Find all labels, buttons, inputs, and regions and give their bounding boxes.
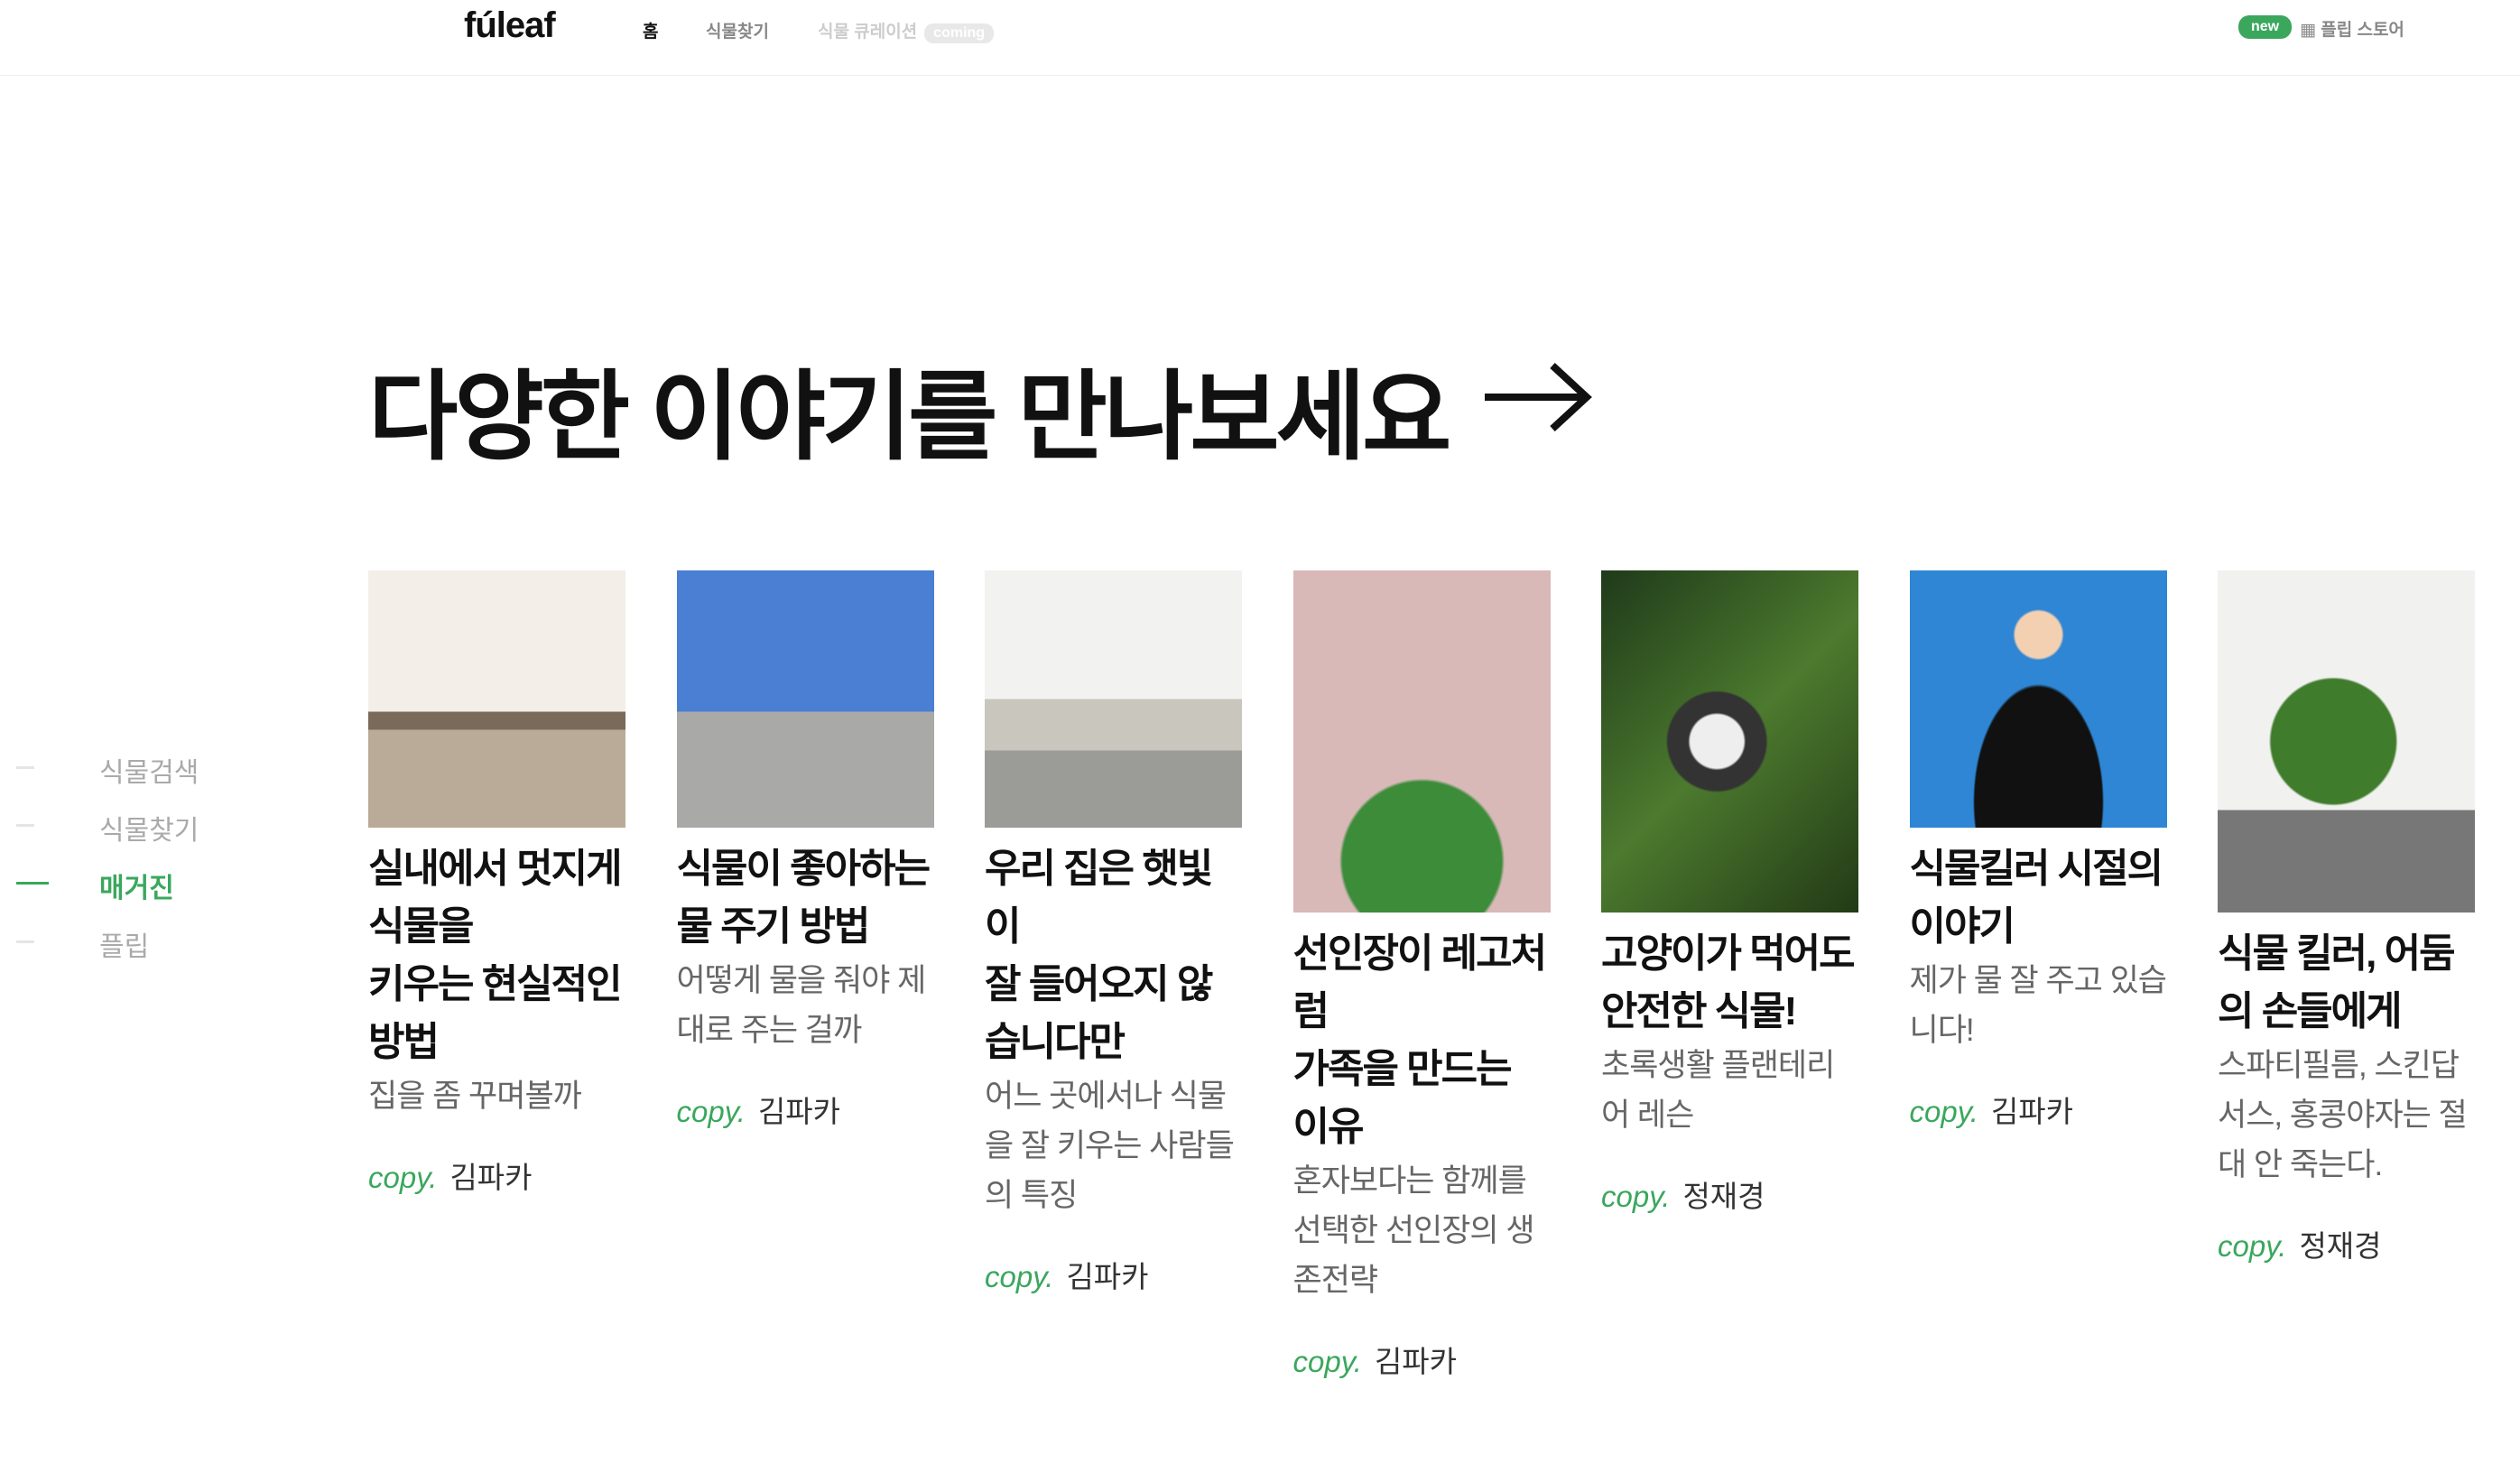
magazine-card[interactable]: 고양이가 먹어도 안전한 식물! 초록생활 플랜테리어 레슨 copy. 정재경 xyxy=(1601,570,1858,1216)
card-subtitle: 제가 물 잘 주고 있습니다! xyxy=(1909,963,2168,1048)
magazine-card[interactable]: 식물킬러 시절의 이야기 제가 물 잘 주고 있습니다! copy. 김파카 xyxy=(1909,570,2168,1131)
sidebar-label: 플립 xyxy=(99,932,150,962)
author-name: 정재경 xyxy=(1682,1180,1765,1213)
card-author: copy. 김파카 xyxy=(677,1088,934,1131)
card-author: copy. 정재경 xyxy=(1601,1172,1858,1216)
magazine-card[interactable]: 식물 킬러, 어둠의 손들에게 스파티필름, 스킨답서스, 홍콩야자는 절대 안… xyxy=(2218,570,2475,1265)
card-image[interactable] xyxy=(676,570,934,828)
coming-badge: coming xyxy=(924,23,995,43)
magazine-card[interactable]: 우리 집은 햇빛이 잘 들어오지 않습니다만 어느 곳에서나 식물을 잘 키우는… xyxy=(985,570,1242,1296)
arrow-right-icon[interactable] xyxy=(1480,357,1598,438)
card-title[interactable]: 식물 킬러, 어둠의 손들에게 xyxy=(2218,925,2475,1041)
card-subtitle: 초록생활 플랜테리어 레슨 xyxy=(1601,1048,1835,1133)
store-icon: ▦ xyxy=(2300,21,2316,40)
card-author: copy. 김파카 xyxy=(985,1253,1242,1296)
top-header: fúleaf 홈 식물찾기 식물 큐레이션 coming new ▦ 플립 스토어 xyxy=(0,0,2520,76)
card-image[interactable] xyxy=(1909,570,2167,828)
card-author: copy. 김파카 xyxy=(1293,1338,1551,1381)
card-subtitle: 어떻게 물을 줘야 제대로 주는 걸까 xyxy=(676,963,927,1048)
card-title[interactable]: 선인장이 레고처럼 가족을 만드는 이유 xyxy=(1293,925,1551,1156)
card-author: copy. 정재경 xyxy=(2218,1222,2475,1265)
copy-label: copy. xyxy=(368,1161,438,1194)
author-name: 정재경 xyxy=(2299,1229,2382,1263)
store-link[interactable]: ▦ 플립 스토어 xyxy=(2300,16,2404,41)
card-title[interactable]: 우리 집은 햇빛이 잘 들어오지 않습니다만 xyxy=(985,840,1242,1071)
card-subtitle: 어느 곳에서나 식물을 잘 키우는 사람들의 특징 xyxy=(985,1079,1235,1213)
author-name: 김파카 xyxy=(1990,1095,2074,1128)
card-image[interactable] xyxy=(368,570,625,828)
author-name: 김파카 xyxy=(1374,1345,1458,1378)
sidebar-item-fleap[interactable]: 플립 xyxy=(0,922,271,962)
card-title[interactable]: 실내에서 멋지게 식물을 키우는 현실적인 방법 xyxy=(368,840,625,1071)
card-title[interactable]: 고양이가 먹어도 안전한 식물! xyxy=(1601,925,1858,1041)
sidebar-item-plant-search[interactable]: 식물검색 xyxy=(0,748,271,788)
sidebar-label: 매거진 xyxy=(99,874,174,903)
nav-curation-label: 식물 큐레이션 xyxy=(818,23,918,42)
card-subtitle: 혼자보다는 함께를 선택한 선인장의 생존전략 xyxy=(1292,1163,1535,1298)
copy-label: copy. xyxy=(2218,1229,2287,1263)
sidebar-label: 식물찾기 xyxy=(99,816,199,846)
sidebar-item-magazine[interactable]: 매거진 xyxy=(0,864,271,903)
new-badge: new xyxy=(2238,15,2293,39)
page-title: 다양한 이야기를 만나보세요 xyxy=(368,362,1451,471)
dash-icon xyxy=(16,824,34,827)
author-name: 김파카 xyxy=(757,1095,841,1128)
nav-home[interactable]: 홈 xyxy=(643,18,658,42)
card-subtitle: 집을 좀 꾸며볼까 xyxy=(368,1079,582,1114)
magazine-card[interactable]: 실내에서 멋지게 식물을 키우는 현실적인 방법 집을 좀 꾸며볼까 copy.… xyxy=(368,570,625,1197)
dash-icon xyxy=(16,940,34,943)
card-author: copy. 김파카 xyxy=(1910,1088,2167,1131)
card-title[interactable]: 식물킬러 시절의 이야기 xyxy=(1910,840,2167,956)
nav-plant-search[interactable]: 식물찾기 xyxy=(706,18,769,42)
copy-label: copy. xyxy=(1909,1095,1978,1128)
store-label: 플립 스토어 xyxy=(2321,21,2404,40)
card-image[interactable] xyxy=(2218,570,2475,913)
card-title[interactable]: 식물이 좋아하는 물 주기 방법 xyxy=(677,840,934,956)
card-author: copy. 김파카 xyxy=(368,1153,625,1197)
card-image[interactable] xyxy=(1292,570,1551,913)
card-subtitle: 스파티필름, 스킨답서스, 홍콩야자는 절대 안 죽는다. xyxy=(2218,1048,2468,1182)
card-image[interactable] xyxy=(1601,570,1858,913)
magazine-card[interactable]: 선인장이 레고처럼 가족을 만드는 이유 혼자보다는 함께를 선택한 선인장의 … xyxy=(1292,570,1551,1381)
sidebar-label: 식물검색 xyxy=(99,758,199,788)
sidebar-item-plant-find[interactable]: 식물찾기 xyxy=(0,806,271,846)
copy-label: copy. xyxy=(1292,1345,1362,1378)
author-name: 김파카 xyxy=(449,1161,533,1194)
dash-icon xyxy=(16,766,34,769)
card-image[interactable] xyxy=(985,570,1242,828)
dash-icon xyxy=(16,882,49,885)
author-name: 김파카 xyxy=(1066,1260,1149,1293)
logo[interactable]: fúleaf xyxy=(464,5,556,46)
copy-label: copy. xyxy=(1601,1180,1671,1213)
magazine-card[interactable]: 식물이 좋아하는 물 주기 방법 어떻게 물을 줘야 제대로 주는 걸까 cop… xyxy=(676,570,934,1131)
nav-curation[interactable]: 식물 큐레이션 coming xyxy=(818,18,995,43)
copy-label: copy. xyxy=(985,1260,1054,1293)
copy-label: copy. xyxy=(676,1095,746,1128)
